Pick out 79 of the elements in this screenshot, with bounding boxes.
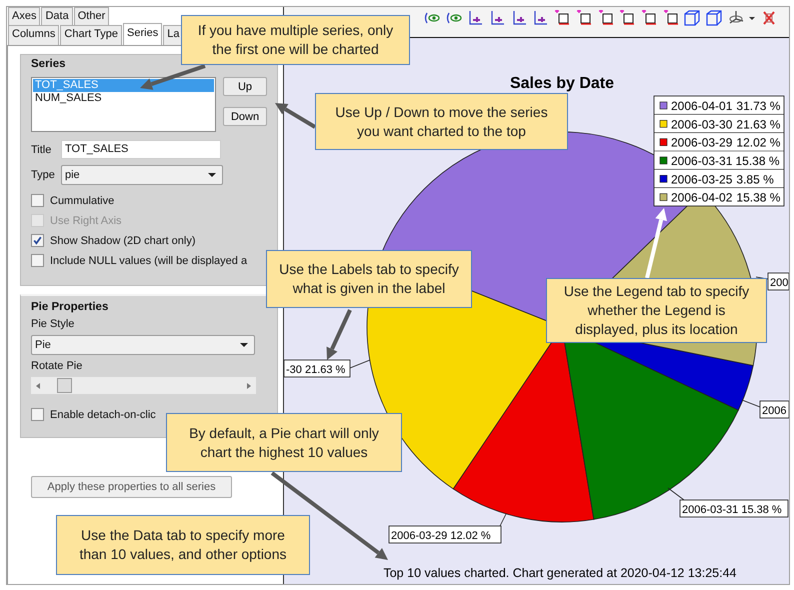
eye-icon[interactable]	[446, 10, 462, 26]
apply-button[interactable]: Apply these properties to all series	[31, 476, 232, 498]
box-icon[interactable]	[640, 10, 657, 26]
group-title: Series	[31, 58, 67, 70]
checkbox-label: Cummulative	[50, 194, 114, 206]
callout-note: Use the Labels tab to specify what is given in the label	[266, 250, 472, 308]
axes-icon[interactable]	[489, 10, 506, 26]
title-field[interactable]: TOT_SALES	[61, 140, 221, 159]
caret-icon	[240, 343, 248, 347]
tab[interactable]: La	[163, 25, 184, 45]
leader-line	[350, 360, 370, 368]
box-icon[interactable]	[619, 10, 636, 26]
checkbox[interactable]	[31, 234, 44, 247]
tab[interactable]: Axes	[8, 7, 40, 25]
callout-note: If you have multiple series, only the first one will be charted	[181, 15, 410, 65]
series-list[interactable]: TOT_SALES NUM_SALES	[31, 77, 216, 132]
box-icon[interactable]	[576, 10, 592, 26]
callout-note: Use the Legend tab to specify whether the Legend is displayed, plus its location	[546, 278, 767, 343]
move-button[interactable]: Down	[223, 107, 267, 126]
callout-note: Use Up / Down to move the series you want charted to the top	[315, 93, 568, 150]
field-label: Type	[31, 169, 56, 181]
leader-line	[500, 514, 506, 526]
arrow	[140, 64, 206, 90]
arrow	[645, 208, 667, 278]
rotate-slider-thumb[interactable]	[56, 378, 72, 393]
scroll-left-icon[interactable]	[36, 382, 40, 388]
delete-icon[interactable]	[761, 10, 777, 26]
gizmo-icon[interactable]	[728, 10, 744, 26]
checkbox-label: Enable detach-on-clic	[50, 408, 156, 420]
leader-line	[742, 400, 760, 408]
box-icon[interactable]	[662, 10, 679, 26]
tab[interactable]: Series	[123, 23, 162, 45]
eye-icon[interactable]	[424, 10, 440, 26]
tab[interactable]: Other	[74, 7, 110, 25]
box-icon[interactable]	[554, 10, 570, 26]
field-label: Pie Style	[31, 318, 76, 330]
axes-icon[interactable]	[510, 10, 527, 26]
checkbox-label: Use Right Axis	[50, 214, 122, 226]
tab[interactable]: Columns	[8, 25, 60, 45]
caret-icon	[208, 173, 216, 177]
slice-label: 2006-03-31 15.38 %	[680, 500, 788, 518]
axes-icon[interactable]	[467, 10, 484, 26]
chart-footer: Top 10 values charted. Chart generated at 2020-04-12 13:25:44	[383, 566, 737, 580]
caret-icon[interactable]	[749, 16, 756, 20]
pie-style-dropdown[interactable]: Pie	[31, 335, 255, 355]
slice-label: 2006	[760, 400, 789, 418]
scroll-right-icon[interactable]	[247, 382, 251, 388]
legend-entry: 2006-03-30 21.63 %	[671, 117, 780, 132]
tab[interactable]: Data	[41, 7, 73, 25]
cube-icon[interactable]	[684, 10, 700, 26]
cube-icon[interactable]	[706, 10, 722, 26]
axes-icon[interactable]	[532, 10, 548, 26]
checkbox[interactable]	[31, 408, 44, 421]
move-button[interactable]: Up	[223, 77, 267, 96]
checkbox-label: Show Shadow (2D chart only)	[50, 234, 196, 246]
group-title: Pie Properties	[31, 301, 110, 313]
slice-label: -30 21.63 %	[284, 360, 350, 378]
field-label: Rotate Pie	[31, 360, 84, 372]
chart-title: Sales by Date	[510, 75, 614, 92]
slice-label: 2006-03-29 12.02 %	[388, 526, 502, 544]
callout-note: Use the Data tab to specify more than 10 values, and other options	[56, 515, 310, 575]
box-icon[interactable]	[598, 10, 614, 26]
checkbox[interactable]	[31, 194, 44, 207]
arrow	[326, 309, 352, 360]
legend-entry: 2006-03-29 12.02 %	[671, 136, 780, 150]
legend-entry: 2006-04-01 31.73 %	[671, 99, 780, 113]
field-label: Title	[31, 144, 52, 156]
type-dropdown[interactable]: pie	[61, 165, 223, 185]
legend-entry: 2006-04-02 15.38 %	[671, 190, 780, 205]
series-list-item[interactable]: NUM_SALES	[33, 92, 214, 105]
callout-note: By default, a Pie chart will only chart the highest 10 values	[166, 413, 402, 472]
arrow	[275, 103, 316, 129]
checkbox[interactable]	[31, 254, 44, 267]
legend-entry: 2006-03-25 3.85 %	[671, 172, 774, 186]
checkbox-label: Include NULL values (will be displayed a	[50, 254, 248, 266]
slice-label: 200	[768, 272, 789, 290]
tab[interactable]: Chart Type	[60, 25, 122, 45]
leader-line	[668, 488, 684, 500]
legend-entry: 2006-03-31 15.38 %	[671, 154, 780, 168]
